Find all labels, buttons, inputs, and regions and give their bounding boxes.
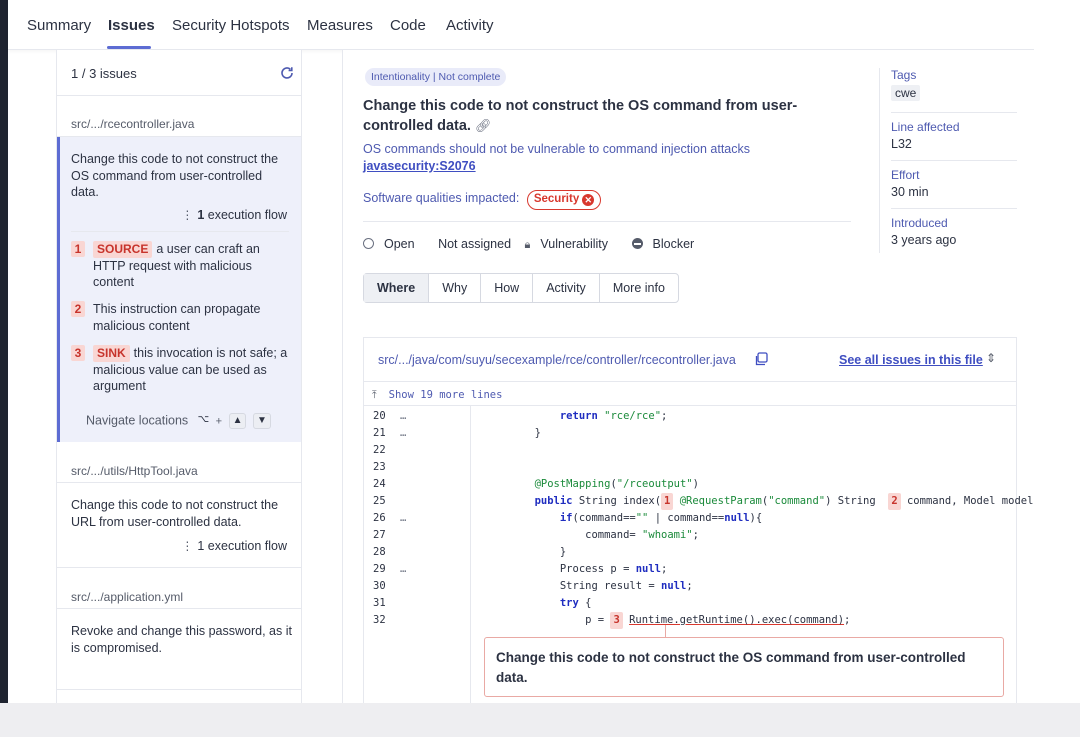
tab-security-hotspots[interactable]: Security Hotspots: [172, 17, 290, 34]
code-line: 22: [373, 444, 386, 456]
tag-cwe[interactable]: cwe: [891, 85, 921, 101]
right-margin: [1034, 0, 1080, 703]
issue-card-selected[interactable]: Change this code to not construct the OS…: [57, 137, 301, 442]
app-window: Summary Issues Security Hotspots Measure…: [8, 0, 1046, 704]
code-line: 31 try {: [373, 597, 592, 609]
effort-block: Effort 30 min: [891, 168, 929, 199]
navigate-locations-hint: Navigate locations ⌥ + ▲ ▼: [86, 413, 271, 429]
introduced-block: Introduced 3 years ago: [891, 216, 957, 247]
issue-title: Change this code to not construct the UR…: [71, 498, 279, 529]
rule-key-link[interactable]: javasecurity:S2076: [363, 159, 476, 173]
divider: [363, 221, 851, 222]
tab-activity[interactable]: Activity: [446, 17, 494, 34]
code-line: 23: [373, 461, 386, 473]
divider: [57, 689, 301, 690]
code-line: 25 public String index(1 @RequestParam("…: [364, 493, 1046, 510]
tab-measures[interactable]: Measures: [307, 17, 373, 34]
tab-activity[interactable]: Activity: [533, 274, 600, 302]
left-dark-edge: [0, 0, 8, 703]
project-nav: Summary Issues Security Hotspots Measure…: [8, 0, 1034, 50]
code-line: 28 }: [373, 546, 567, 558]
screen: Summary Issues Security Hotspots Measure…: [0, 0, 1080, 737]
divider: [891, 112, 1017, 113]
line-affected-block: Line affected L32: [891, 120, 960, 151]
file-path: src/.../java/com/suyu/secexample/rce/con…: [378, 353, 736, 367]
refresh-icon[interactable]: [279, 65, 295, 81]
code-line-issue: 32 p = 3 Runtime.getRuntime().exec(comma…: [364, 612, 1016, 629]
rule-description: OS commands should not be vulnerable to …: [363, 142, 751, 156]
expand-up-icon: ⤒: [372, 389, 377, 401]
issue-message-box: Change this code to not construct the OS…: [484, 637, 1004, 697]
permalink-icon[interactable]: 🔗︎: [475, 116, 492, 136]
divider: [57, 567, 301, 568]
clean-code-attribute-badge[interactable]: Intentionality | Not complete: [365, 68, 507, 86]
option-key-icon: ⌥: [197, 414, 210, 425]
issue-type: 🔒︎ Vulnerability: [524, 237, 609, 251]
divider: [891, 208, 1017, 209]
flow-dots-icon: ⋮: [181, 539, 194, 553]
issue-count: 1 / 3 issues: [71, 66, 137, 81]
show-more-lines[interactable]: ⤒ Show 19 more lines: [364, 384, 1016, 406]
software-qualities: Software qualities impacted: Security ✕: [363, 190, 602, 210]
execution-flow-count[interactable]: ⋮ 1 execution flow: [181, 539, 287, 553]
issues-sidebar: 1 / 3 issues src/.../rcecontroller.java …: [56, 50, 302, 703]
code-header: src/.../java/com/suyu/secexample/rce/con…: [364, 338, 1016, 382]
tab-where[interactable]: Where: [364, 274, 430, 302]
issue-status-row: Open Not assigned 🔒︎ Vulnerability Blocke…: [363, 237, 714, 252]
issue-title: Change this code to not construct the OS…: [71, 152, 279, 199]
active-tab-indicator: [107, 46, 151, 49]
see-all-issues-link[interactable]: See all issues in this file: [839, 353, 983, 367]
divider: [891, 160, 1017, 161]
code-line: 26… if(command=="" | command==null){: [373, 512, 763, 524]
tab-summary[interactable]: Summary: [27, 17, 91, 34]
flow-marker-3[interactable]: 3: [610, 612, 623, 629]
copy-icon[interactable]: [754, 352, 768, 366]
blocker-icon: ✕: [582, 194, 595, 206]
expand-icon[interactable]: ⇕: [986, 351, 996, 365]
arrow-up-key[interactable]: ▲: [228, 413, 247, 429]
issue-heading: Change this code to not construct the OS…: [363, 98, 798, 136]
code-line: 27 command= "whoami";: [373, 529, 699, 541]
open-status-icon: [363, 238, 374, 249]
code-line: 20… return "rce/rce";: [373, 410, 668, 422]
sidebar-header: 1 / 3 issues: [57, 50, 301, 96]
code-line: 24 @PostMapping("/rceoutput"): [373, 478, 699, 490]
message-pointer: [665, 625, 666, 637]
issue-detail: Intentionality | Not complete Change thi…: [342, 50, 1046, 704]
code-viewer: src/.../java/com/suyu/secexample/rce/con…: [363, 337, 1046, 704]
divider: [71, 231, 289, 232]
lock-icon: 🔒︎: [524, 239, 531, 251]
tab-issues[interactable]: Issues: [108, 17, 155, 34]
arrow-down-key[interactable]: ▼: [252, 413, 271, 429]
file-label-application-yml: src/.../application.yml: [71, 590, 184, 604]
tags-block: Tags cwe: [891, 68, 1017, 102]
blocker-severity-icon: [631, 238, 643, 249]
tab-how[interactable]: How: [481, 274, 534, 302]
divider: [879, 68, 880, 253]
file-label-httptool: src/.../utils/HttpTool.java: [71, 464, 198, 478]
status-open[interactable]: Open: [363, 237, 425, 251]
flow-marker-2[interactable]: 2: [888, 493, 901, 510]
flow-dots-icon: ⋮: [181, 208, 194, 222]
tab-more-info[interactable]: More info: [600, 274, 678, 302]
code-line: 29… Process p = null;: [373, 563, 668, 575]
source-tag: SOURCE: [93, 241, 153, 258]
flow-marker-1[interactable]: 1: [661, 493, 674, 510]
tab-code[interactable]: Code: [390, 17, 426, 34]
tab-why[interactable]: Why: [429, 274, 482, 302]
sink-tag: SINK: [93, 345, 130, 362]
severity: Blocker: [631, 237, 705, 251]
file-label-rcecontroller: src/.../rcecontroller.java: [71, 117, 195, 131]
code-line: 21… }: [373, 427, 541, 439]
assignee[interactable]: Not assigned: [438, 237, 511, 251]
execution-flow-count[interactable]: ⋮ 1 execution flow: [181, 208, 287, 222]
issue-card[interactable]: Change this code to not construct the UR…: [57, 483, 301, 567]
issue-card[interactable]: Revoke and change this password, as it i…: [57, 609, 301, 689]
detail-tabs: Where Why How Activity More info: [363, 273, 679, 303]
bottom-strip: [0, 703, 1080, 737]
code-line: 30 String result = null;: [373, 580, 693, 592]
issue-title: Revoke and change this password, as it i…: [71, 624, 292, 655]
security-quality-badge[interactable]: Security ✕: [526, 190, 602, 210]
